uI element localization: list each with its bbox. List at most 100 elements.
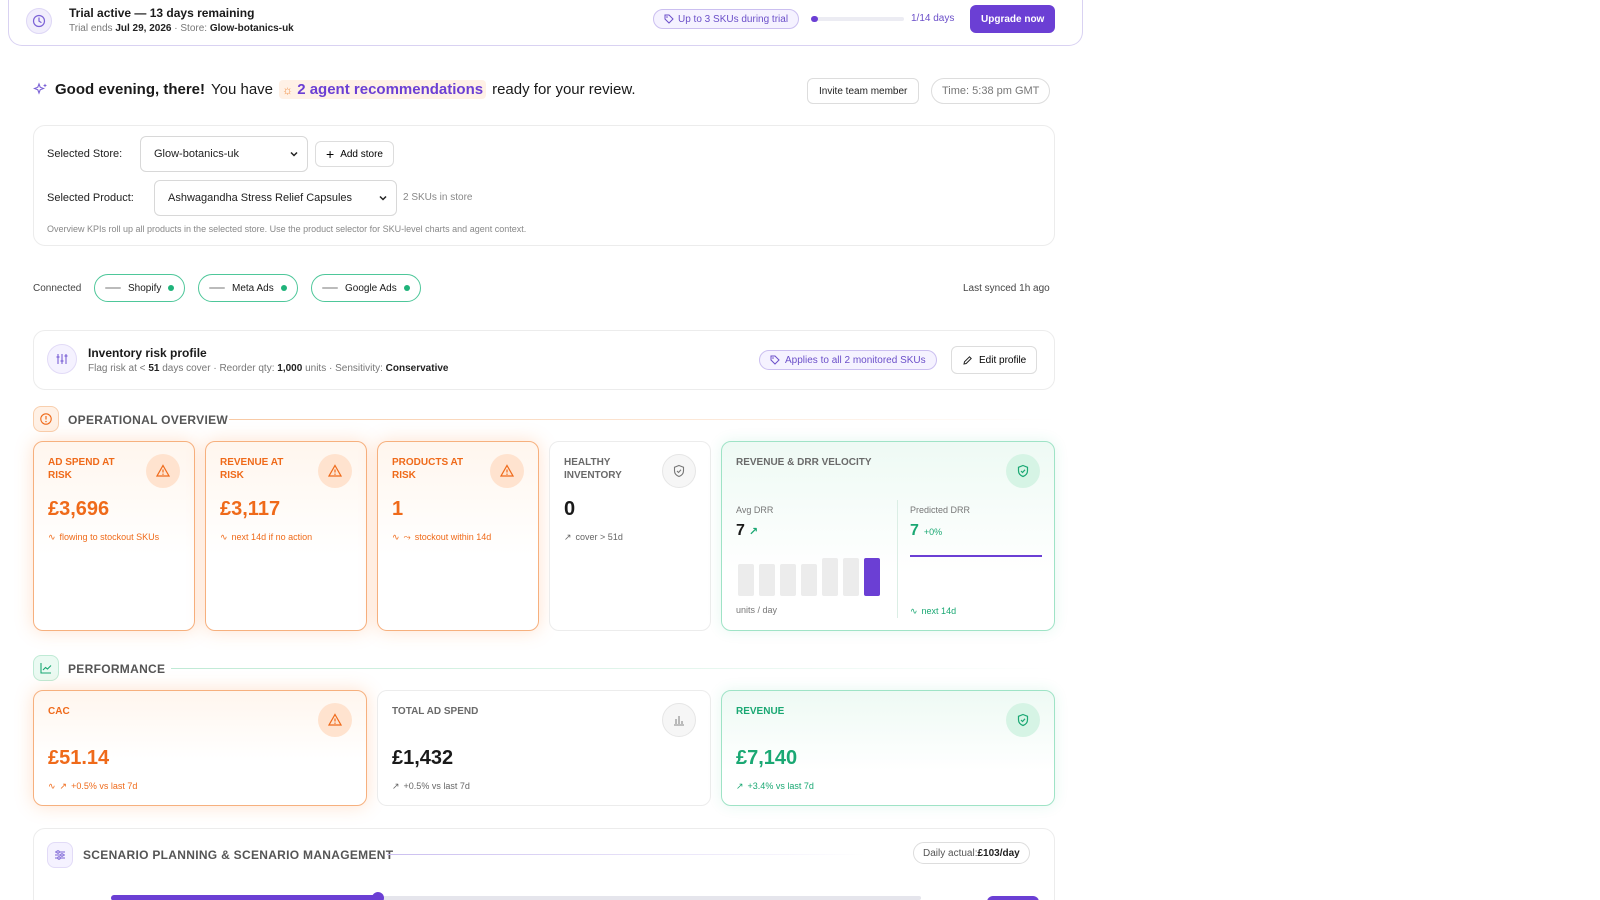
kpi-label: HEALTHY INVENTORY <box>564 457 622 481</box>
trend-up-icon: ↗ <box>748 525 759 538</box>
kpi-label: PRODUCTS AT RISK <box>392 457 464 481</box>
kpi-label: TOTAL AD SPEND <box>392 706 479 717</box>
trial-days: 1/14 days <box>911 13 955 24</box>
trial-progress-fill <box>811 16 818 22</box>
kpi-products-at-risk[interactable]: PRODUCTS AT RISK 1 ∿ ⤳ stockout within 14d <box>377 441 539 631</box>
scenario-apply-button[interactable] <box>987 896 1039 900</box>
product-label: Selected Product: <box>47 192 134 204</box>
kpi-label: REVENUE <box>736 706 785 717</box>
sku-count: 2 SKUs in store <box>403 192 473 203</box>
drr-bar <box>738 564 754 596</box>
trend-up-icon: ↗ <box>59 781 68 791</box>
shopify-logo-icon <box>105 287 121 289</box>
store-label: Selected Store: <box>47 148 123 160</box>
kpi-footnote: ↗ +0.5% vs last 7d <box>392 781 470 791</box>
edit-profile-button[interactable]: Edit profile <box>951 346 1038 374</box>
scenario-slider-fill <box>111 895 378 900</box>
applies-badge: Applies to all 2 monitored SKUs <box>759 350 937 370</box>
drr-bar <box>759 564 775 596</box>
kpi-healthy-inventory[interactable]: HEALTHY INVENTORY 0 ↗ cover > 51d <box>549 441 711 631</box>
scenario-card <box>33 828 1055 900</box>
section-divider <box>387 854 867 855</box>
sliders-icon <box>47 842 73 868</box>
trend-up-icon: ↗ <box>736 781 744 791</box>
kpi-footnote: ∿ flowing to stockout SKUs <box>48 532 160 542</box>
risk-profile-summary: Flag risk at < 51 days cover · Reorder q… <box>88 363 449 374</box>
last-synced: Last synced 1h ago <box>963 283 1050 294</box>
warning-icon <box>318 454 352 488</box>
connection-google-ads[interactable]: Google Ads <box>311 274 421 302</box>
pulse-icon: ∿ <box>392 532 400 542</box>
kpi-footnote: ∿ next 14d if no action <box>220 532 313 542</box>
sliders-icon <box>47 344 77 374</box>
pulse-icon: ∿ <box>910 606 918 616</box>
store-select[interactable]: Glow-botanics-uk <box>140 136 308 172</box>
greeting-hello: Good evening, there! <box>55 81 206 98</box>
velocity-title: REVENUE & DRR VELOCITY <box>736 457 872 468</box>
pulse-icon: ∿ <box>48 781 56 791</box>
recommendations-link[interactable]: ☼ 2 agent recommendations <box>279 80 487 99</box>
add-store-button[interactable]: + Add store <box>315 141 394 167</box>
trial-title: Trial active — 13 days remaining <box>69 6 255 20</box>
avg-drr: 7 ↗ <box>736 522 759 539</box>
shield-check-icon <box>1006 454 1040 488</box>
drr-bar <box>843 558 859 596</box>
tag-icon <box>770 355 780 365</box>
kpi-label: AD SPEND AT RISK <box>48 457 115 481</box>
kpi-value: £1,432 <box>392 747 454 769</box>
kpi-cac[interactable]: CAC £51.14 ∿ ↗ +0.5% vs last 7d <box>33 690 367 806</box>
kpi-footnote: ∿ ⤳ stockout within 14d <box>392 532 492 542</box>
sku-limit-badge: Up to 3 SKUs during trial <box>653 9 800 29</box>
velocity-card[interactable]: REVENUE & DRR VELOCITY Avg DRR 7 ↗ units … <box>721 441 1055 631</box>
scenario-title: SCENARIO PLANNING & SCENARIO MANAGEMENT <box>83 848 394 862</box>
lightbulb-icon: ☼ <box>282 83 294 97</box>
trial-subtitle: Trial ends Jul 29, 2026 · Store: Glow-bo… <box>69 23 294 34</box>
warning-icon <box>318 703 352 737</box>
kpi-value: £7,140 <box>736 747 798 769</box>
kpi-revenue[interactable]: REVENUE £7,140 ↗ +3.4% vs last 7d <box>721 690 1055 806</box>
predicted-drr: 7 +0% <box>910 522 943 539</box>
invite-team-button[interactable]: Invite team member <box>807 78 920 104</box>
time-display: Time: 5:38 pm GMT <box>931 78 1051 104</box>
scenario-slider-handle[interactable] <box>372 892 384 900</box>
kpi-note: Overview KPIs roll up all products in th… <box>47 224 527 234</box>
kpi-label: REVENUE AT RISK <box>220 457 284 481</box>
product-select[interactable]: Ashwagandha Stress Relief Capsules <box>154 180 397 216</box>
connection-shopify[interactable]: Shopify <box>94 274 186 302</box>
alert-circle-icon <box>33 406 59 432</box>
status-dot <box>280 285 287 291</box>
greeting: Good evening, there! You have ☼ 2 agent … <box>33 80 636 99</box>
line-chart-icon <box>33 655 59 681</box>
plus-icon: + <box>326 146 335 162</box>
upgrade-button[interactable]: Upgrade now <box>970 5 1056 33</box>
risk-profile-title: Inventory risk profile <box>88 346 207 360</box>
kpi-total-ad-spend[interactable]: TOTAL AD SPEND £1,432 ↗ +0.5% vs last 7d <box>377 690 711 806</box>
connection-meta-ads[interactable]: Meta Ads <box>198 274 298 302</box>
kpi-footnote: ↗ +3.4% vs last 7d <box>736 781 814 791</box>
google-logo-icon <box>322 287 338 289</box>
predicted-footnote: ∿ next 14d <box>910 606 957 616</box>
status-dot <box>168 285 175 291</box>
units-label: units / day <box>736 605 778 615</box>
predicted-trend-line <box>910 555 1042 557</box>
pulse-icon: ∿ <box>48 532 56 542</box>
greeting-you-have: You have <box>211 81 274 98</box>
daily-actual-badge: Daily actual: £103/day <box>913 842 1030 864</box>
shield-check-icon <box>1006 703 1040 737</box>
kpi-label: CAC <box>48 706 70 717</box>
kpi-value: £51.14 <box>48 747 110 769</box>
status-dot <box>403 285 410 291</box>
chevron-down-icon <box>290 151 298 157</box>
warning-icon <box>490 454 524 488</box>
kpi-ad-spend-at-risk[interactable]: AD SPEND AT RISK £3,696 ∿ flowing to stoc… <box>33 441 195 631</box>
clock-icon <box>26 8 52 34</box>
greeting-ready: ready for your review. <box>492 81 636 98</box>
kpi-revenue-at-risk[interactable]: REVENUE AT RISK £3,117 ∿ next 14d if no a… <box>205 441 367 631</box>
performance-title: PERFORMANCE <box>68 662 166 676</box>
pulse-icon: ∿ <box>220 532 228 542</box>
kpi-footnote: ∿ ↗ +0.5% vs last 7d <box>48 781 138 791</box>
trend-up-icon: ↗ <box>392 781 400 791</box>
connected-label: Connected <box>33 283 82 294</box>
operational-title: OPERATIONAL OVERVIEW <box>68 413 229 427</box>
kpi-footnote: ↗ cover > 51d <box>564 532 623 542</box>
